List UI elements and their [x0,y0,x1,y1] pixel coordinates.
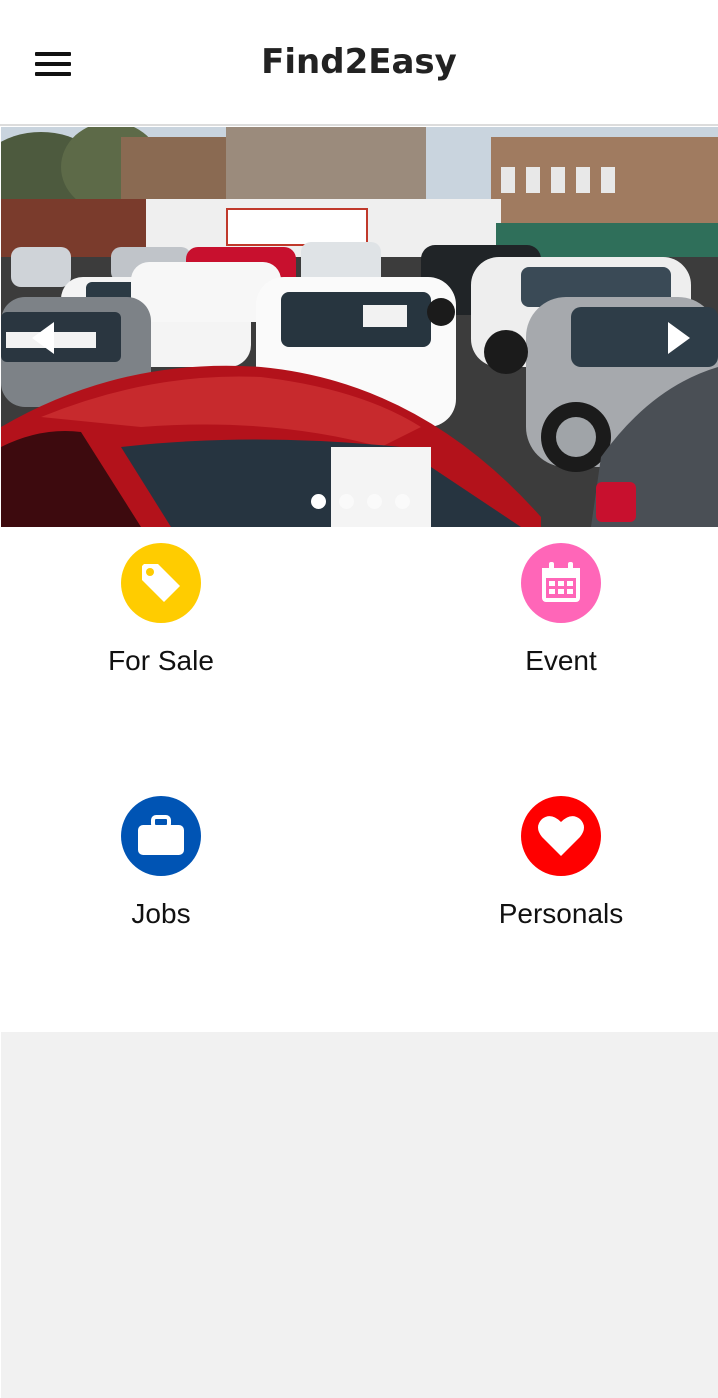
app-title: Find2Easy [261,42,457,82]
category-for-sale[interactable]: For Sale [41,543,281,677]
carousel-dot[interactable] [395,494,410,509]
content-footer-area [1,1032,718,1398]
carousel-slide-image [1,127,718,527]
category-event[interactable]: Event [441,543,681,677]
category-label: Event [525,645,597,676]
category-personals[interactable]: Personals [441,796,681,930]
chevron-left-icon[interactable] [32,322,54,354]
heart-icon [521,796,601,876]
category-label: For Sale [108,645,214,676]
carousel-dot[interactable] [311,494,326,509]
tag-icon [121,543,201,623]
briefcase-icon [121,796,201,876]
calendar-icon [521,543,601,623]
category-jobs[interactable]: Jobs [41,796,281,930]
category-label: Jobs [131,898,191,929]
app-header: Find2Easy [0,0,718,126]
category-label: Personals [498,898,624,929]
chevron-right-icon[interactable] [668,322,690,354]
image-carousel[interactable] [1,127,718,527]
carousel-dot[interactable] [367,494,382,509]
carousel-dot[interactable] [339,494,354,509]
